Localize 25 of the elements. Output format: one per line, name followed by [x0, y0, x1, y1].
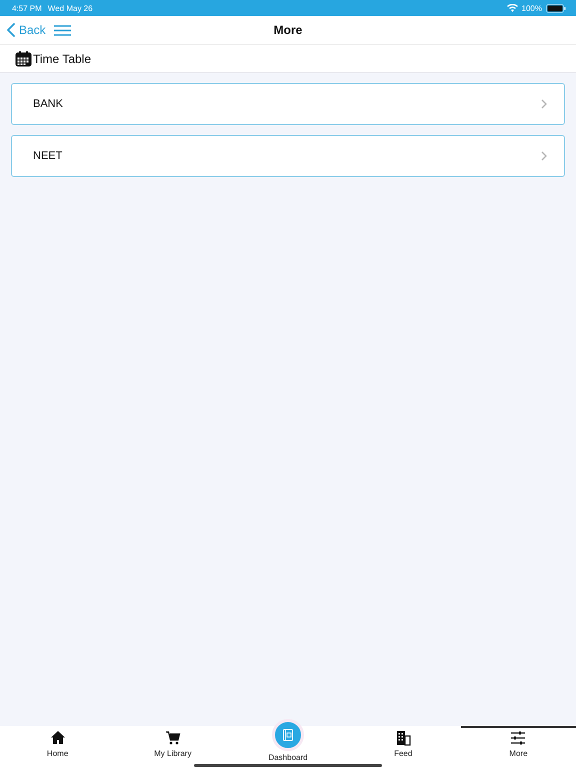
sliders-icon [510, 730, 526, 746]
home-icon [50, 730, 66, 746]
chevron-right-icon [541, 99, 547, 109]
screen-title: More [274, 23, 302, 37]
status-date: Wed May 26 [48, 4, 93, 12]
tab-item[interactable]: More [460, 726, 576, 764]
status-time: 4:57 PM [12, 4, 42, 12]
calendar-icon [15, 50, 32, 66]
tab-item[interactable]: Home [0, 726, 116, 764]
chevron-right-icon [541, 151, 547, 161]
dashboard-button[interactable] [272, 719, 304, 751]
section-title: Time Table [33, 52, 92, 66]
tab-item[interactable]: My Library [115, 726, 230, 764]
chevron-left-icon [7, 23, 15, 37]
list-item[interactable]: NEET [11, 135, 565, 177]
building-icon [395, 730, 412, 746]
menu-icon[interactable] [54, 24, 71, 36]
tab-item[interactable]: Dashboard [230, 708, 346, 764]
wifi-icon [506, 4, 518, 12]
cart-icon [164, 730, 181, 746]
list-item[interactable]: BANK [11, 83, 565, 125]
tab-item[interactable]: Feed [346, 726, 461, 764]
battery-percent: 100% [522, 4, 542, 12]
book-icon [283, 729, 293, 741]
battery-icon [546, 4, 566, 12]
